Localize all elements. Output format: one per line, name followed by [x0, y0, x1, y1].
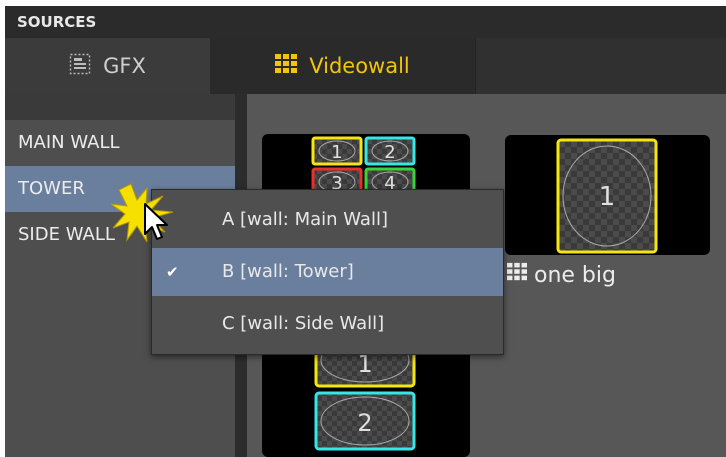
wall-context-menu: A [wall: Main Wall] ✔ B [wall: Tower] C … [151, 189, 504, 355]
menu-item-wall-b[interactable]: ✔ B [wall: Tower] [152, 248, 503, 296]
gfx-icon [69, 53, 91, 80]
check-icon: ✔ [166, 263, 179, 281]
sidebar-item-label: TOWER [18, 178, 85, 199]
videowall-grid-icon [275, 53, 298, 79]
videowall-grid-icon [507, 262, 527, 288]
menu-item-wall-c[interactable]: C [wall: Side Wall] [152, 300, 503, 348]
tab-bar: GFX Videowall [5, 38, 726, 94]
click-burst-icon [110, 183, 174, 243]
tile-number: 1 [599, 182, 616, 212]
menu-item-label: A [wall: Main Wall] [222, 209, 388, 230]
sources-panel: SOURCES GFX Videowall MAIN WALL TOWER SI… [5, 6, 726, 457]
tile-number: 2 [357, 409, 372, 437]
layout-card-label: one big [507, 262, 616, 288]
layout-card-one-big[interactable]: 1 [505, 135, 710, 255]
panel-title: SOURCES [5, 6, 726, 38]
sidebar-item-label: MAIN WALL [18, 132, 120, 153]
tile-number: 2 [384, 142, 395, 163]
mouse-cursor-icon [110, 182, 181, 254]
tab-gfx[interactable]: GFX [5, 38, 211, 94]
tab-videowall[interactable]: Videowall [210, 38, 476, 94]
sidebar-item-label: SIDE WALL [18, 224, 115, 245]
menu-item-wall-a[interactable]: A [wall: Main Wall] [152, 196, 503, 244]
tab-videowall-label: Videowall [309, 54, 410, 78]
menu-item-label: B [wall: Tower] [222, 261, 354, 282]
layout-name: one big [534, 262, 616, 288]
sidebar-item-main-wall[interactable]: MAIN WALL [5, 120, 235, 166]
tab-gfx-label: GFX [103, 54, 146, 78]
tile-number: 1 [331, 142, 342, 163]
menu-item-label: C [wall: Side Wall] [222, 313, 385, 334]
